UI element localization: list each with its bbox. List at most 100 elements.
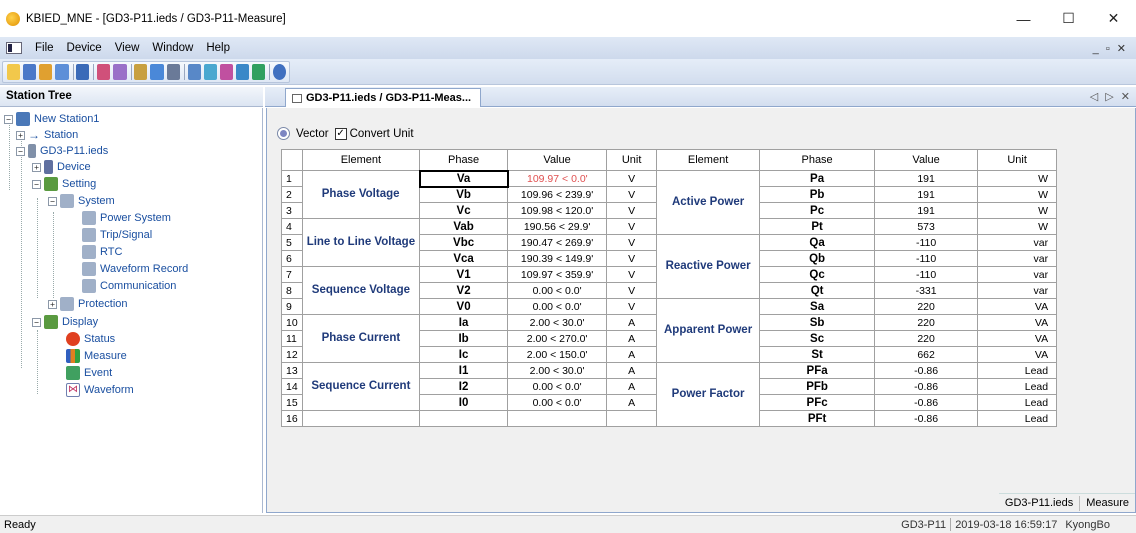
table-icon bbox=[66, 366, 80, 380]
unit-cell: W bbox=[977, 218, 1058, 235]
menu-help[interactable]: Help bbox=[206, 42, 230, 54]
col-phase: Phase bbox=[419, 149, 509, 171]
value-cell: -0.86 bbox=[874, 362, 979, 379]
waveform-icon: ⋈ bbox=[66, 383, 80, 397]
gears-icon bbox=[44, 177, 58, 191]
tree-label: Measure bbox=[84, 350, 127, 362]
table-row[interactable]: 13 Sequence Current I1 2.00 < 30.0' A Po… bbox=[281, 362, 1058, 427]
tile-icon[interactable] bbox=[235, 64, 249, 80]
phase-cell: V2 bbox=[419, 282, 509, 299]
tree-node-station[interactable]: + → Station bbox=[16, 127, 78, 143]
tab-controls[interactable]: ◁ ▷ ✕ bbox=[1090, 90, 1132, 103]
tree-node-root[interactable]: − New Station1 bbox=[4, 111, 99, 127]
save-icon[interactable] bbox=[23, 64, 37, 80]
value-cell: 662 bbox=[874, 346, 979, 363]
mdi-controls[interactable]: _ ▫ ✕ bbox=[1093, 42, 1128, 55]
help-icon[interactable] bbox=[272, 64, 287, 80]
phase-cell[interactable]: Va bbox=[418, 169, 509, 188]
cancel-x-icon[interactable] bbox=[252, 64, 266, 80]
tree-label: Trip/Signal bbox=[100, 229, 153, 241]
network-icon[interactable] bbox=[55, 64, 69, 80]
phase-cell: Sc bbox=[759, 330, 876, 347]
phase-cell: Pa bbox=[759, 170, 876, 187]
table-row[interactable]: 1 Phase Voltage Va 109.97 < 0.0' V Activ… bbox=[281, 169, 1058, 235]
toolbar bbox=[0, 59, 1136, 85]
value-cell: -0.86 bbox=[874, 394, 979, 411]
row-index: 10 bbox=[281, 314, 303, 331]
group-reactive-power: Reactive Power bbox=[656, 234, 761, 299]
tree-node-system[interactable]: − System bbox=[48, 193, 115, 209]
tree-node-ieds[interactable]: − GD3-P11.ieds bbox=[16, 143, 108, 159]
bottom-tabs: GD3-P11.ieds Measure bbox=[998, 493, 1135, 512]
bottom-tab-ieds[interactable]: GD3-P11.ieds bbox=[999, 497, 1079, 509]
device-file-icon bbox=[28, 144, 36, 158]
menu-file[interactable]: File bbox=[35, 42, 54, 54]
unit-cell: W bbox=[977, 170, 1058, 187]
station-icon bbox=[16, 112, 30, 126]
grid-icon[interactable] bbox=[166, 64, 180, 80]
chart-icon[interactable] bbox=[219, 64, 233, 80]
tree-node-device[interactable]: + Device bbox=[32, 159, 91, 175]
menu-view[interactable]: View bbox=[115, 42, 140, 54]
group-phase-current: Phase Current bbox=[301, 314, 421, 363]
row-index: 9 bbox=[281, 298, 303, 315]
wrench-icon bbox=[82, 245, 96, 259]
convert-unit-checkbox[interactable]: ✓ bbox=[334, 127, 347, 140]
group-sequence-current: Sequence Current bbox=[301, 362, 421, 411]
wrench-icon bbox=[82, 279, 96, 293]
window-icon[interactable] bbox=[187, 64, 201, 80]
tree-node-power-system[interactable]: Power System bbox=[82, 210, 171, 226]
unit-cell: Lead bbox=[977, 378, 1058, 395]
tree-node-trip-signal[interactable]: Trip/Signal bbox=[82, 227, 152, 243]
tree-node-status[interactable]: Status bbox=[66, 331, 115, 347]
waveform-icon[interactable] bbox=[203, 64, 217, 80]
connect-icon[interactable] bbox=[39, 64, 53, 80]
tree-node-display[interactable]: − Display bbox=[32, 314, 98, 330]
close-button[interactable]: ✕ bbox=[1091, 0, 1136, 37]
unit-cell: V bbox=[606, 234, 658, 251]
wrench-icon bbox=[82, 228, 96, 242]
phase-cell: PFa bbox=[759, 362, 876, 379]
settings-icon[interactable] bbox=[134, 64, 148, 80]
row-index: 6 bbox=[281, 250, 303, 267]
upload-icon[interactable] bbox=[97, 64, 111, 80]
mdi-window-icon[interactable] bbox=[6, 42, 22, 54]
tree-label: GD3-P11.ieds bbox=[40, 145, 109, 157]
phase-cell: Qc bbox=[759, 266, 876, 283]
value-cell: 0.00 < 0.0' bbox=[507, 298, 608, 315]
unit-cell: A bbox=[606, 378, 658, 395]
wrench-icon bbox=[60, 194, 74, 208]
download-icon[interactable] bbox=[113, 64, 127, 80]
tree-node-communication[interactable]: Communication bbox=[82, 278, 176, 294]
tree-label: Event bbox=[84, 367, 113, 379]
tree-node-protection[interactable]: + Protection bbox=[48, 296, 128, 312]
tree-node-measure[interactable]: Measure bbox=[66, 348, 127, 364]
tree-node-rtc[interactable]: RTC bbox=[82, 244, 122, 260]
col-unit: Unit bbox=[606, 149, 658, 171]
tree-node-waveform[interactable]: ⋈ Waveform bbox=[66, 382, 134, 398]
menu-device[interactable]: Device bbox=[67, 42, 102, 54]
tree-node-event[interactable]: Event bbox=[66, 365, 112, 381]
monitor-icon[interactable] bbox=[150, 64, 164, 80]
col-phase-right: Phase bbox=[759, 149, 876, 171]
vector-radio-icon[interactable] bbox=[277, 127, 290, 140]
unit-cell: V bbox=[606, 282, 658, 299]
phase-cell: Pt bbox=[759, 218, 876, 235]
unit-cell: Lead bbox=[977, 362, 1058, 379]
open-folder-icon[interactable] bbox=[7, 64, 21, 80]
tree-node-setting[interactable]: − Setting bbox=[32, 176, 96, 192]
vector-label[interactable]: Vector bbox=[296, 128, 329, 140]
minimize-button[interactable]: — bbox=[1001, 0, 1046, 37]
convert-unit-label[interactable]: Convert Unit bbox=[350, 128, 414, 140]
tab-measure-document[interactable]: GD3-P11.ieds / GD3-P11-Meas... bbox=[285, 88, 481, 107]
status-dot-icon bbox=[66, 332, 80, 346]
maximize-button[interactable]: ☐ bbox=[1046, 0, 1091, 37]
bottom-tab-measure[interactable]: Measure bbox=[1080, 497, 1135, 509]
phase-cell: Ib bbox=[419, 330, 509, 347]
menu-window[interactable]: Window bbox=[152, 42, 193, 54]
unit-cell: VA bbox=[977, 298, 1058, 315]
phase-cell: Vab bbox=[419, 218, 509, 235]
list-icon[interactable] bbox=[76, 64, 90, 80]
unit-cell: V bbox=[606, 170, 658, 187]
tree-node-waveform-record[interactable]: Waveform Record bbox=[82, 261, 188, 277]
